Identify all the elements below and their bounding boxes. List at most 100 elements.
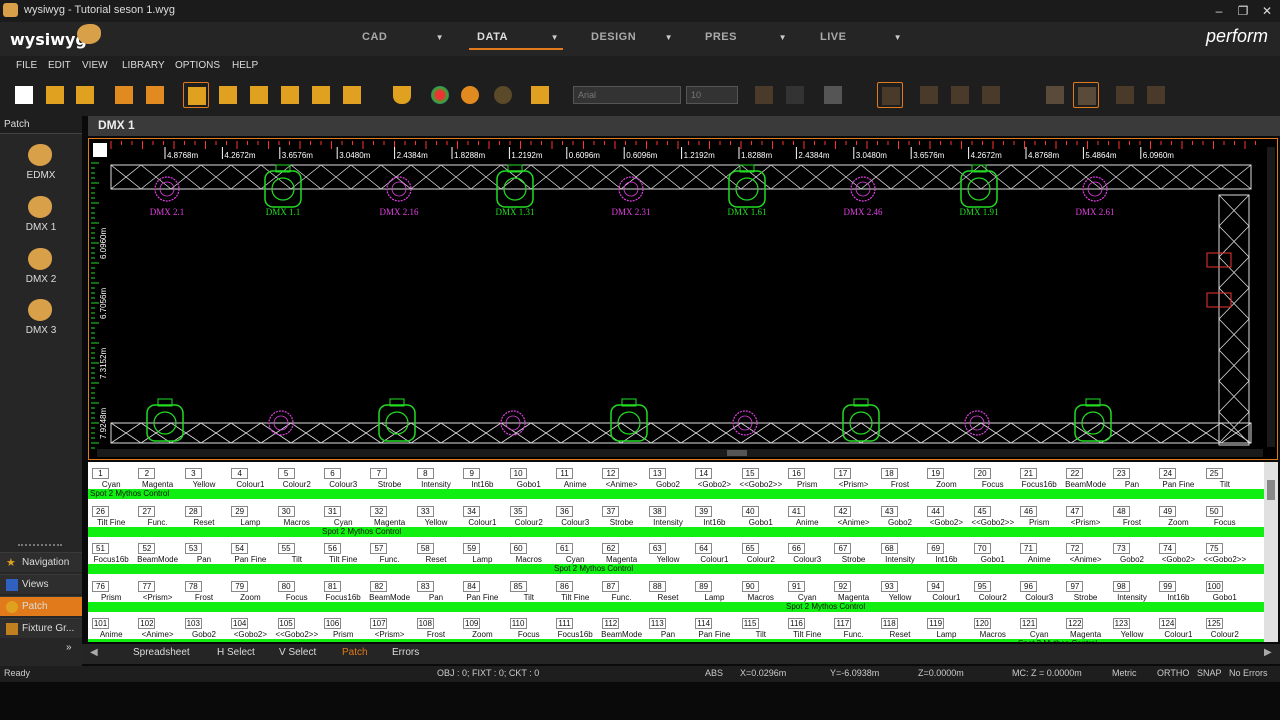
channel-number[interactable]: 72	[1066, 543, 1084, 554]
channel-number[interactable]: 26	[92, 505, 109, 517]
channel-number[interactable]: 43	[880, 505, 898, 517]
channel-number[interactable]: 39	[695, 505, 713, 517]
channel-number[interactable]: 65	[741, 543, 759, 554]
channel-attribute[interactable]: Anime	[552, 480, 598, 489]
menu-options[interactable]: OPTIONS	[175, 60, 220, 71]
view-3d-button[interactable]	[183, 82, 209, 108]
font-select[interactable]: Arial	[573, 86, 681, 104]
channel-attribute[interactable]: Magenta	[830, 593, 876, 602]
channel-attribute[interactable]: BeamMode	[1062, 480, 1108, 489]
bold-button[interactable]	[751, 82, 777, 108]
channel-number[interactable]: 8	[416, 468, 434, 479]
channel-number[interactable]: 20	[973, 468, 991, 479]
new-file-button[interactable]	[11, 82, 37, 108]
channel-attribute[interactable]: <Prism>	[366, 630, 412, 639]
channel-number[interactable]: 32	[370, 505, 388, 517]
channel-number[interactable]: 107	[370, 618, 388, 629]
nav-patch[interactable]: Patch	[0, 596, 82, 616]
channel-number[interactable]: 28	[184, 505, 202, 517]
channel-attribute[interactable]: Lamp	[227, 518, 273, 527]
channel-attribute[interactable]: Prism	[1016, 518, 1062, 527]
text-color-button[interactable]	[820, 82, 864, 108]
channel-number[interactable]: 46	[1020, 505, 1037, 517]
channel-range-bar[interactable]	[88, 564, 1278, 574]
channel-attribute[interactable]: Zoom	[923, 480, 969, 489]
italic-button[interactable]	[782, 82, 808, 108]
channel-number[interactable]: 77	[138, 580, 156, 592]
channel-number[interactable]: 13	[648, 468, 666, 479]
channel-attribute[interactable]: Focus16b	[552, 630, 598, 639]
query-button[interactable]	[527, 82, 553, 108]
channel-attribute[interactable]: Magenta	[366, 518, 412, 527]
tab-scroll-left-icon[interactable]: ◀	[90, 647, 98, 658]
channel-attribute[interactable]: Frost	[1109, 518, 1155, 527]
patch-grid[interactable]: 1 Cyan 2 Magenta 3 Yellow 4 Colour1 5 Colour2 6 Col…	[88, 462, 1278, 642]
channel-number[interactable]: 121	[1020, 618, 1037, 629]
channel-attribute[interactable]: Colour3	[784, 555, 830, 564]
channel-number[interactable]: 119	[927, 618, 945, 629]
channel-attribute[interactable]: Cyan	[88, 480, 134, 489]
gobo-button[interactable]	[457, 82, 483, 108]
channel-number[interactable]: 56	[324, 543, 341, 554]
channel-number[interactable]: 14	[695, 468, 713, 479]
channel-attribute[interactable]: Lamp	[923, 630, 969, 639]
channel-number[interactable]: 75	[1205, 543, 1223, 554]
channel-number[interactable]: 63	[648, 543, 666, 554]
channel-attribute[interactable]: Zoom	[1155, 518, 1201, 527]
channel-attribute[interactable]: Colour3	[1016, 593, 1062, 602]
patch-item-dmx3[interactable]: DMX 3	[0, 295, 82, 343]
channel-number[interactable]: 42	[834, 505, 852, 517]
channel-attribute[interactable]: Colour1	[227, 480, 273, 489]
channel-attribute[interactable]: Focus16b	[1016, 480, 1062, 489]
channel-number[interactable]: 2	[138, 468, 156, 479]
view-top-button[interactable]	[308, 82, 334, 108]
channel-number[interactable]: 41	[788, 505, 805, 517]
channel-attribute[interactable]: Anime	[1016, 555, 1062, 564]
channel-number[interactable]: 109	[463, 618, 481, 629]
channel-attribute[interactable]: Func.	[598, 593, 644, 602]
channel-number[interactable]: 44	[927, 505, 945, 517]
grid-vscrollbar[interactable]	[1264, 462, 1278, 642]
channel-attribute[interactable]: Prism	[88, 593, 134, 602]
channel-number[interactable]: 103	[184, 618, 202, 629]
channel-attribute[interactable]: Reset	[413, 555, 459, 564]
channel-attribute[interactable]: Colour2	[506, 518, 552, 527]
view-right-button[interactable]	[277, 82, 303, 108]
channel-attribute[interactable]: BeamMode	[598, 630, 644, 639]
tab-errors[interactable]: Errors	[392, 647, 419, 658]
channel-attribute[interactable]: Cyan	[320, 518, 366, 527]
channel-attribute[interactable]: <Prism>	[134, 593, 180, 602]
channel-attribute[interactable]: Tilt Fine	[88, 518, 134, 527]
channel-number[interactable]: 96	[1020, 580, 1037, 592]
channel-attribute[interactable]: Zoom	[227, 593, 273, 602]
layout-rows-button[interactable]	[1042, 82, 1068, 108]
channel-number[interactable]: 83	[416, 580, 434, 592]
channel-attribute[interactable]: <Anime>	[134, 630, 180, 639]
channel-attribute[interactable]: Yellow	[413, 518, 459, 527]
channel-attribute[interactable]: Pan Fine	[691, 630, 737, 639]
channel-attribute[interactable]: Reset	[877, 630, 923, 639]
channel-attribute[interactable]: Intensity	[1109, 593, 1155, 602]
channel-attribute[interactable]: Pan	[181, 555, 227, 564]
channel-number[interactable]: 23	[1112, 468, 1130, 479]
channel-number[interactable]: 117	[834, 618, 852, 629]
channel-attribute[interactable]: Colour1	[1155, 630, 1201, 639]
channel-attribute[interactable]: Pan	[1109, 480, 1155, 489]
channel-attribute[interactable]: Pan	[645, 630, 691, 639]
channel-attribute[interactable]: Focus	[970, 480, 1016, 489]
patch-item-dmx2[interactable]: DMX 2	[0, 244, 82, 292]
effect-button[interactable]	[490, 82, 516, 108]
distribute-button[interactable]	[1112, 82, 1138, 108]
channel-number[interactable]: 86	[556, 580, 573, 592]
channel-number[interactable]: 40	[741, 505, 759, 517]
channel-number[interactable]: 54	[231, 543, 249, 554]
channel-attribute[interactable]: Anime	[784, 518, 830, 527]
channel-number[interactable]: 11	[556, 468, 573, 479]
color-button[interactable]	[427, 82, 453, 108]
expand-icon[interactable]: »	[66, 642, 72, 653]
channel-attribute[interactable]: Yellow	[1109, 630, 1155, 639]
channel-attribute[interactable]: Focus	[506, 630, 552, 639]
channel-attribute[interactable]: Gobo1	[506, 480, 552, 489]
channel-number[interactable]: 36	[556, 505, 573, 517]
channel-attribute[interactable]: Tilt Fine	[552, 593, 598, 602]
